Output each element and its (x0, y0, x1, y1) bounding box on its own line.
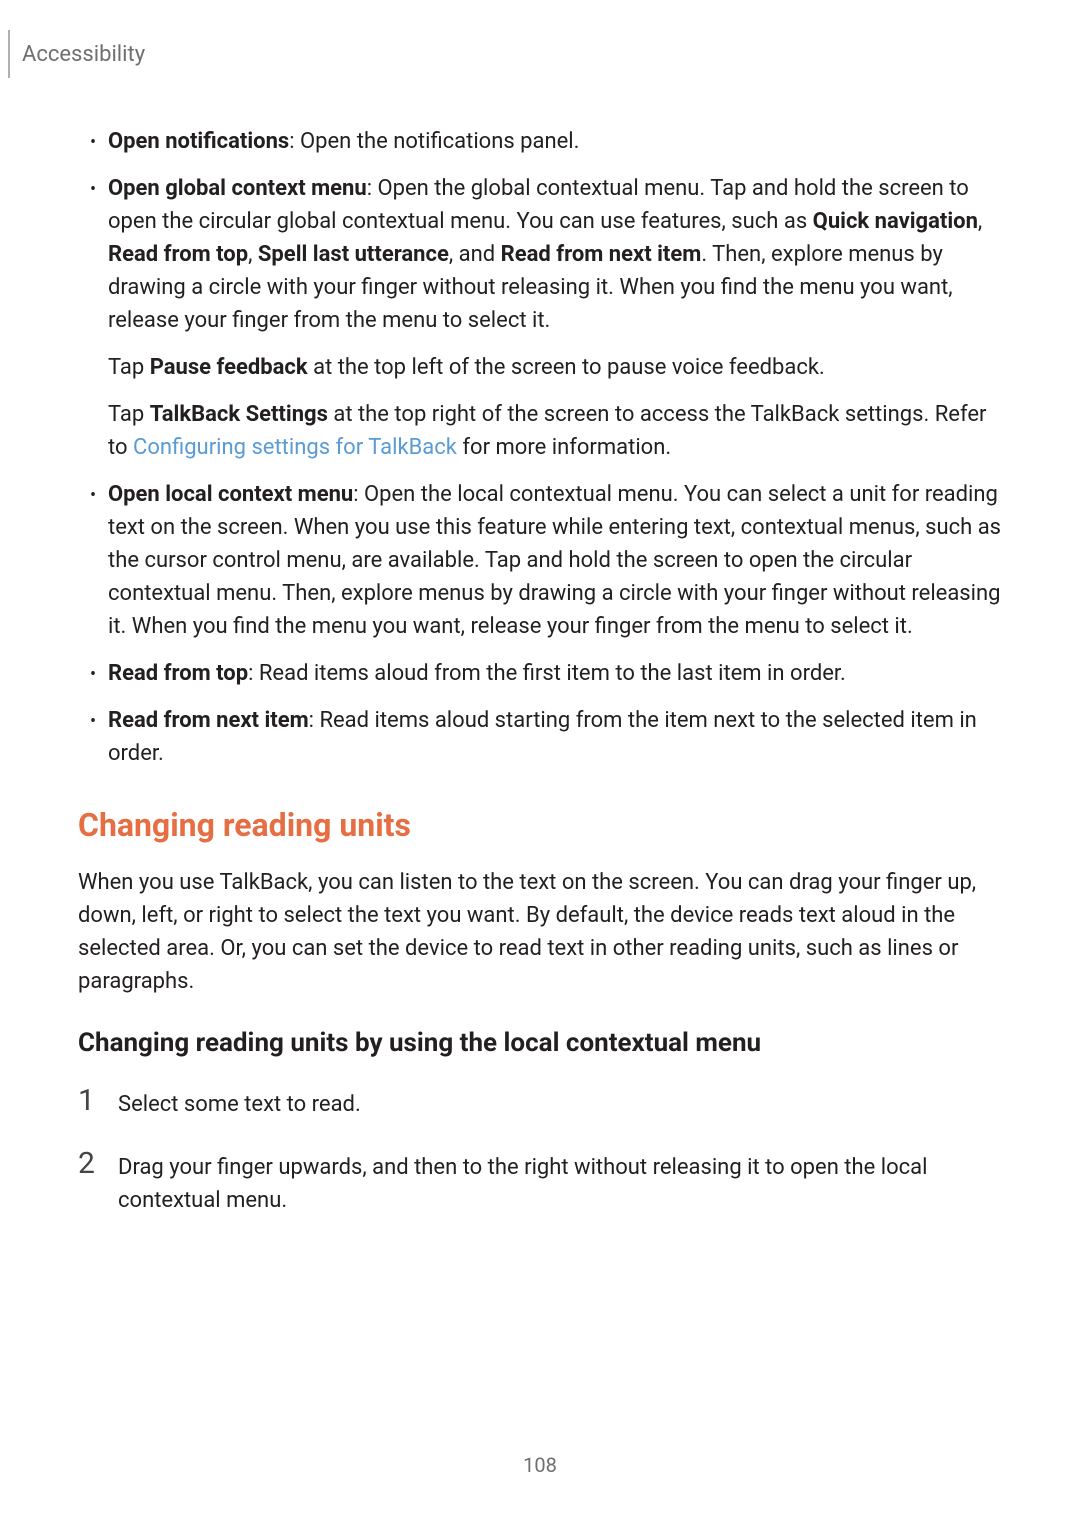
bullet-icon: • (78, 704, 108, 770)
text-span-bold: TalkBack Settings (150, 402, 328, 427)
text-span: , (248, 242, 258, 267)
page-content: • Open notifications: Open the notificat… (0, 125, 1080, 1243)
text-span: Tap (108, 355, 150, 380)
step-number: 2 (78, 1147, 118, 1217)
inline-link[interactable]: Configuring settings for TalkBack (133, 435, 457, 460)
sub-heading: Changing reading units by using the loca… (78, 1028, 1002, 1058)
list-item-lead: Read from next item (108, 708, 309, 733)
text-span-bold: Spell last utterance (258, 242, 449, 267)
list-item-text: Read from next item: Read items aloud st… (108, 704, 1002, 770)
list-item-lead: Open global context menu (108, 176, 367, 201)
text-span: at the top left of the screen to pause v… (308, 355, 825, 380)
step-item: 2 Drag your finger upwards, and then to … (78, 1147, 1002, 1217)
step-text: Select some text to read. (118, 1084, 1002, 1121)
header-divider (8, 30, 10, 78)
list-item: • Open notifications: Open the notificat… (78, 125, 1002, 158)
text-span: for more information. (457, 435, 671, 460)
list-item-text: Open notifications: Open the notificatio… (108, 125, 1002, 158)
bullet-icon: • (78, 657, 108, 690)
header-section-title: Accessibility (22, 42, 145, 67)
step-number: 1 (78, 1084, 118, 1121)
sub-paragraph: Tap TalkBack Settings at the top right o… (108, 398, 1002, 464)
step-text: Drag your finger upwards, and then to th… (118, 1147, 1002, 1217)
text-span: , and (449, 242, 501, 267)
page-header: Accessibility (8, 30, 145, 78)
page-number: 108 (0, 1453, 1080, 1477)
text-span-bold: Quick navigation (813, 209, 978, 234)
text-span-bold: Read from next item (501, 242, 702, 267)
bullet-icon: • (78, 478, 108, 643)
bullet-icon: • (78, 172, 108, 337)
section-heading: Changing reading units (78, 806, 1002, 844)
list-item-text: Open local context menu: Open the local … (108, 478, 1002, 643)
list-item-lead: Open notifications (108, 129, 289, 154)
list-item-text: Read from top: Read items aloud from the… (108, 657, 1002, 690)
body-paragraph: When you use TalkBack, you can listen to… (78, 866, 1002, 998)
text-span: , (978, 209, 982, 234)
list-item-text: Open global context menu: Open the globa… (108, 172, 1002, 337)
text-span: Tap (108, 402, 150, 427)
text-span-bold: Pause feedback (150, 355, 308, 380)
list-item-rest: : Open the notifications panel. (289, 129, 579, 154)
list-item: • Open global context menu: Open the glo… (78, 172, 1002, 337)
bullet-icon: • (78, 125, 108, 158)
step-item: 1 Select some text to read. (78, 1084, 1002, 1121)
list-item-rest: : Read items aloud from the first item t… (248, 661, 846, 686)
list-item: • Open local context menu: Open the loca… (78, 478, 1002, 643)
list-item-lead: Read from top (108, 661, 248, 686)
sub-paragraph: Tap Pause feedback at the top left of th… (108, 351, 1002, 384)
text-span-bold: Read from top (108, 242, 248, 267)
list-item: • Read from next item: Read items aloud … (78, 704, 1002, 770)
list-item: • Read from top: Read items aloud from t… (78, 657, 1002, 690)
list-item-lead: Open local context menu (108, 482, 353, 507)
